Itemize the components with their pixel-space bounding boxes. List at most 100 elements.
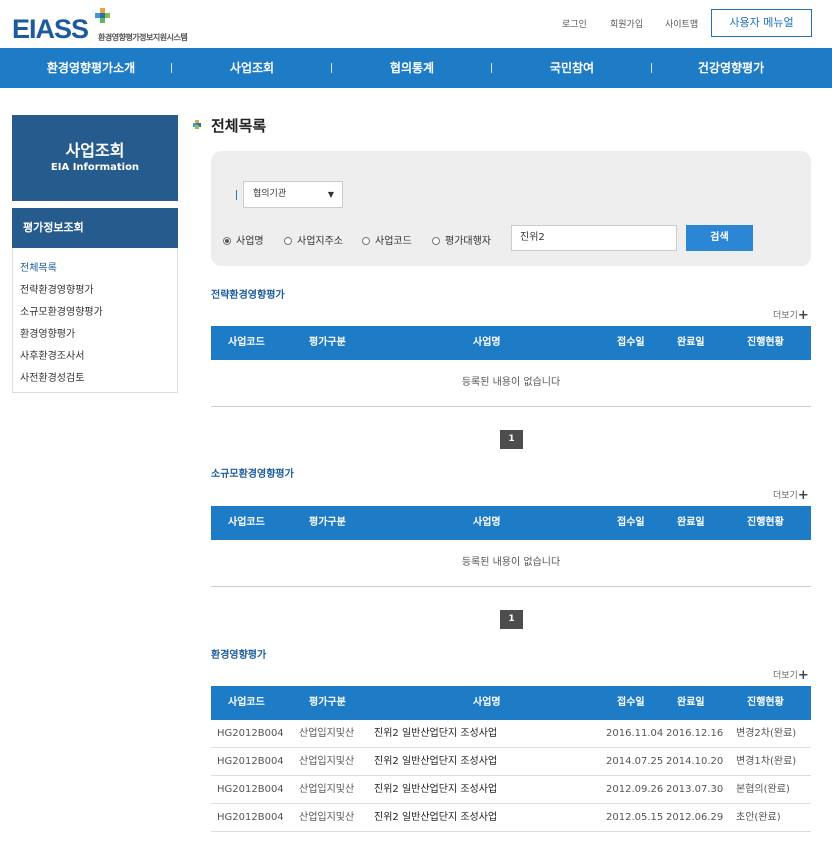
header: EIASS 환경영향평가정보지원시스템 로그인 회원가입 사이트맵 사용자 메뉴… <box>0 0 832 48</box>
page-title: 전체목록 <box>193 115 266 136</box>
radio-label: 사업코드 <box>375 236 412 247</box>
table-header: 사업코드 평가구분 사업명 접수일 완료일 진행현황 <box>211 686 811 720</box>
cell-status: 변경1차(완료) <box>736 756 797 767</box>
cell-received: 2014.07.25 <box>606 756 664 767</box>
radio-assessment-agency[interactable]: 평가대행자 <box>432 232 491 247</box>
logo-subtitle: 환경영향평가정보지원시스템 <box>98 33 188 42</box>
more-link[interactable]: 더보기+ <box>773 308 809 323</box>
table-row[interactable]: HG2012B004 산업입지및산 진위2 일반산업단지 조성사업 2014.0… <box>211 748 811 776</box>
col-code: 사업코드 <box>228 517 265 528</box>
radio-project-code[interactable]: 사업코드 <box>362 232 412 247</box>
radio-label: 사업지주소 <box>297 236 343 247</box>
radio-unchecked-icon <box>432 237 440 245</box>
cell-completed: 2016.12.16 <box>666 728 724 739</box>
cell-project-name-link[interactable]: 진위2 일반산업단지 조성사업 <box>374 776 497 804</box>
table-header: 사업코드 평가구분 사업명 접수일 완료일 진행현황 <box>211 506 811 540</box>
sitemap-link[interactable]: 사이트맵 <box>665 17 698 30</box>
col-name: 사업명 <box>473 517 501 528</box>
col-name: 사업명 <box>473 697 501 708</box>
col-name: 사업명 <box>473 337 501 348</box>
cell-project-name-link[interactable]: 진위2 일반산업단지 조성사업 <box>374 804 497 832</box>
nav-separator <box>651 63 652 73</box>
radio-label: 평가대행자 <box>445 236 491 247</box>
cell-type: 산업입지및산 <box>299 812 355 823</box>
title-bullet-icon <box>193 120 202 129</box>
nav-separator <box>491 63 492 73</box>
cell-status: 초안(완료) <box>736 812 781 823</box>
table-row[interactable]: HG2012B004 산업입지및산 진위2 일반산업단지 조성사업 2012.0… <box>211 804 811 832</box>
more-link[interactable]: 더보기+ <box>773 668 809 683</box>
more-link[interactable]: 더보기+ <box>773 488 809 503</box>
cell-code: HG2012B004 <box>217 784 284 795</box>
section-title-small-scale-eia: 소규모환경영향평가 <box>211 469 294 480</box>
cell-completed: 2013.07.30 <box>666 784 724 795</box>
section-title-strategic-eia: 전략환경영향평가 <box>211 290 285 301</box>
plus-icon: + <box>797 668 809 683</box>
sidebar-title-box: 사업조회 EIA Information <box>12 115 178 201</box>
sidebar-item-eia[interactable]: 환경영향평가 <box>13 324 177 346</box>
cell-status: 변경2차(완료) <box>736 728 797 739</box>
sidebar-item-all-list[interactable]: 전체목록 <box>13 258 177 280</box>
sidebar-item-small-scale-eia[interactable]: 소규모환경영향평가 <box>13 302 177 324</box>
nav-separator <box>331 63 332 73</box>
col-received: 접수일 <box>617 517 645 528</box>
more-label: 더보기 <box>773 671 798 681</box>
radio-checked-icon <box>223 237 231 245</box>
cell-type: 산업입지및산 <box>299 784 355 795</box>
nav-project-search[interactable]: 사업조회 <box>182 48 322 88</box>
cell-code: HG2012B004 <box>217 812 284 823</box>
main-nav: 환경영향평가소개 사업조회 협의통계 국민참여 건강영향평가 <box>0 48 832 88</box>
user-manual-button[interactable]: 사용자 메뉴얼 <box>711 9 812 37</box>
empty-message: 등록된 내용이 없습니다 <box>211 540 811 587</box>
nav-consultation-stats[interactable]: 협의통계 <box>342 48 482 88</box>
table-header: 사업코드 평가구분 사업명 접수일 완료일 진행현황 <box>211 326 811 360</box>
col-completed: 완료일 <box>677 517 705 528</box>
pagination-page-1[interactable]: 1 <box>500 610 523 629</box>
plus-icon: + <box>797 308 809 323</box>
col-received: 접수일 <box>617 337 645 348</box>
logo-dots-icon <box>95 8 110 23</box>
sidebar-item-strategic-eia[interactable]: 전략환경영향평가 <box>13 280 177 302</box>
col-completed: 완료일 <box>677 337 705 348</box>
radio-unchecked-icon <box>284 237 292 245</box>
cell-completed: 2012.06.29 <box>666 812 724 823</box>
table-row[interactable]: HG2012B004 산업입지및산 진위2 일반산업단지 조성사업 2012.0… <box>211 776 811 804</box>
sidebar-subtitle: EIA Information <box>50 162 140 173</box>
radio-project-address[interactable]: 사업지주소 <box>284 232 343 247</box>
col-status: 진행현황 <box>747 697 784 708</box>
more-label: 더보기 <box>773 491 798 501</box>
cell-project-name-link[interactable]: 진위2 일반산업단지 조성사업 <box>374 720 497 748</box>
cell-type: 산업입지및산 <box>299 756 355 767</box>
col-code: 사업코드 <box>228 337 265 348</box>
table-row[interactable]: HG2012B004 산업입지및산 진위2 일반산업단지 조성사업 2016.1… <box>211 720 811 748</box>
cell-type: 산업입지및산 <box>299 728 355 739</box>
cell-completed: 2014.10.20 <box>666 756 724 767</box>
cell-project-name-link[interactable]: 진위2 일반산업단지 조성사업 <box>374 748 497 776</box>
search-button[interactable]: 검색 <box>686 225 753 251</box>
radio-project-name[interactable]: 사업명 <box>223 232 264 247</box>
cell-received: 2016.11.04 <box>606 728 664 739</box>
radio-unchecked-icon <box>362 237 370 245</box>
agency-select[interactable]: 협의기관 ▼ <box>243 181 343 208</box>
col-type: 평가구분 <box>309 517 346 528</box>
sidebar-menu: 전체목록 전략환경영향평가 소규모환경영향평가 환경영향평가 사후환경조사서 사… <box>12 248 178 393</box>
login-link[interactable]: 로그인 <box>562 17 587 30</box>
nav-public-participation[interactable]: 국민참여 <box>502 48 642 88</box>
cell-code: HG2012B004 <box>217 728 284 739</box>
signup-link[interactable]: 회원가입 <box>610 17 643 30</box>
pagination-page-1[interactable]: 1 <box>500 430 523 449</box>
chevron-down-icon: ▼ <box>327 190 334 199</box>
nav-eia-intro[interactable]: 환경영향평가소개 <box>21 48 161 88</box>
nav-separator <box>171 63 172 73</box>
search-input[interactable]: 진위2 <box>511 225 677 251</box>
agency-select-value: 협의기관 <box>253 189 287 199</box>
section-title-eia: 환경영향평가 <box>211 650 267 661</box>
nav-health-impact[interactable]: 건강영향평가 <box>661 48 801 88</box>
radio-label: 사업명 <box>236 236 264 247</box>
sidebar-item-post-survey[interactable]: 사후환경조사서 <box>13 346 177 368</box>
sidebar-item-pre-review[interactable]: 사전환경성검토 <box>13 368 177 390</box>
sidebar-title: 사업조회 <box>65 141 125 160</box>
col-status: 진행현황 <box>747 517 784 528</box>
sidebar-section-title[interactable]: 평가정보조회 <box>12 208 178 248</box>
cell-received: 2012.05.15 <box>606 812 664 823</box>
